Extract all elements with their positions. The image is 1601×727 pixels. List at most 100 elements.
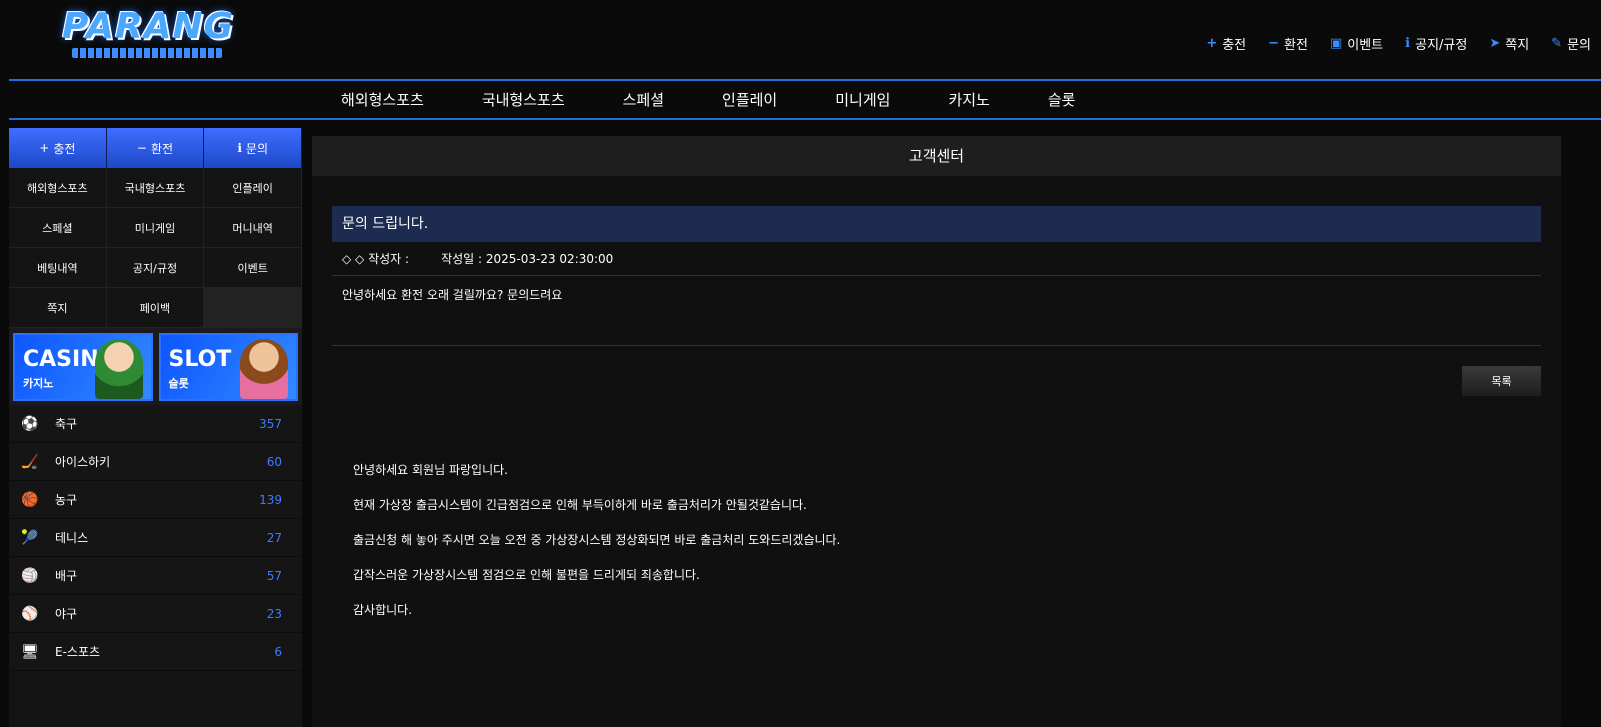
button-label: 문의	[245, 141, 268, 156]
site-logo[interactable]: PARANG	[62, 6, 233, 62]
answer-line: 갑작스러운 가상장시스템 점검으로 인해 불편을 드리게되 죄송합니다.	[353, 568, 700, 582]
casino-character-image	[94, 339, 143, 399]
divider-line	[9, 118, 1601, 120]
top-nav-label: 충전	[1222, 38, 1247, 53]
hockey-icon: 🏒	[21, 453, 39, 470]
redacted-author	[411, 252, 440, 267]
game-banners: CASINO 카지노 SLOT 슬롯	[9, 328, 302, 405]
sport-name: 축구	[55, 417, 78, 431]
sport-row-esports[interactable]: 🖥 E-스포츠 6	[9, 633, 302, 671]
sport-count: 60	[266, 454, 282, 469]
esports-icon: 🖥	[21, 643, 39, 660]
sidebar-withdraw-button[interactable]: − 환전	[106, 128, 205, 168]
sport-count: 6	[274, 644, 282, 659]
answer-line: 출금신청 해 놓아 주시면 오늘 오전 중 가상장시스템 정상화되면 바로 출금…	[353, 533, 841, 547]
minus-icon: −	[1268, 36, 1280, 51]
post-title: 문의 드립니다.	[332, 206, 1541, 242]
sidebar-menu-grid: 해외형스포츠 국내형스포츠 인플레이 스페셜 미니게임 머니내역 베팅내역 공지…	[9, 168, 302, 328]
page-title: 고객센터	[312, 136, 1561, 176]
soccer-icon: ⚽	[21, 415, 39, 432]
main-nav-item[interactable]: 국내형스포츠	[453, 81, 594, 119]
top-nav-label: 환전	[1284, 38, 1308, 53]
slot-character-image	[240, 339, 288, 399]
answer-line: 현재 가상장 출금시스템이 긴급점검으로 인해 부득이하게 바로 출금처리가 안…	[353, 498, 807, 512]
post-meta: ◇ ◇ 작성자 : 작성일 : 2025-03-23 02:30:00	[332, 242, 1541, 276]
sidebar-menu-item[interactable]: 페이백	[106, 288, 205, 328]
sidebar-menu-item[interactable]: 쪽지	[9, 288, 107, 328]
top-nav-inquiry[interactable]: ✎ 문의	[1551, 34, 1591, 53]
banner-subtitle: 카지노	[23, 377, 54, 390]
answer-text: 안녕하세요 회원님 파랑입니다. 현재 가상장 출금시스템이 긴급점검으로 인해…	[353, 453, 840, 628]
top-nav-label: 공지/규정	[1415, 38, 1468, 53]
answer-line: 감사합니다.	[353, 603, 413, 617]
top-nav-withdraw[interactable]: − 환전	[1268, 34, 1308, 53]
sport-row-soccer[interactable]: ⚽ 축구 357	[9, 405, 302, 443]
sport-row-volleyball[interactable]: 🏐 배구 57	[9, 557, 302, 595]
plus-icon: +	[39, 141, 50, 155]
top-nav-deposit[interactable]: + 충전	[1206, 34, 1246, 53]
info-icon: ℹ	[237, 141, 242, 155]
sidebar: + 충전 − 환전 ℹ 문의 해외형스포츠 국내형스포츠 인플레이 스페셜 미니게임 …	[9, 128, 303, 727]
sport-count: 27	[266, 530, 282, 545]
main-nav-item[interactable]: 미니게임	[806, 81, 919, 119]
sport-row-hockey[interactable]: 🏒 아이스하키 60	[9, 443, 302, 481]
list-button[interactable]: 목록	[1462, 366, 1541, 396]
plus-icon: +	[1206, 36, 1218, 51]
sidebar-menu-item[interactable]: 이벤트	[204, 248, 302, 288]
sport-row-tennis[interactable]: 🎾 테니스 27	[9, 519, 302, 557]
banner-subtitle: 슬롯	[168, 377, 189, 390]
sport-count: 357	[259, 416, 282, 431]
top-header: PARANG + 충전 − 환전 ▣ 이벤트 ℹ 공지/규정 ➤ 쪽지 ✎ 문의	[0, 0, 1601, 80]
edit-icon: ✎	[1551, 36, 1563, 51]
sport-count: 23	[266, 606, 282, 621]
sport-name: 농구	[55, 493, 78, 507]
post-date: 작성일 : 2025-03-23 02:30:00	[441, 252, 614, 266]
sport-count: 139	[259, 492, 282, 507]
banner-title: SLOT	[168, 347, 232, 372]
sidebar-menu-item[interactable]: 공지/규정	[106, 248, 205, 288]
casino-banner[interactable]: CASINO 카지노	[13, 333, 153, 401]
top-nav-message[interactable]: ➤ 쪽지	[1489, 34, 1529, 53]
main-nav-item[interactable]: 스페셜	[594, 81, 693, 119]
main-nav-item[interactable]: 해외형스포츠	[312, 81, 453, 119]
sidebar-menu-item[interactable]: 미니게임	[106, 208, 205, 248]
top-nav-event[interactable]: ▣ 이벤트	[1330, 34, 1383, 53]
sport-name: E-스포츠	[55, 645, 101, 659]
post-body: 안녕하세요 환전 오래 걸릴까요? 문의드려요	[332, 276, 1541, 346]
calendar-icon: ▣	[1329, 36, 1343, 51]
baseball-icon: ⚾	[21, 605, 39, 622]
sidebar-menu-item[interactable]: 머니내역	[204, 208, 302, 248]
content-panel: 고객센터 문의 드립니다. ◇ ◇ 작성자 : 작성일 : 2025-03-23 …	[312, 136, 1561, 727]
sidebar-action-buttons: + 충전 − 환전 ℹ 문의	[9, 128, 303, 168]
sport-row-basketball[interactable]: 🏀 농구 139	[9, 481, 302, 519]
top-utility-nav: + 충전 − 환전 ▣ 이벤트 ℹ 공지/규정 ➤ 쪽지 ✎ 문의	[1206, 34, 1591, 53]
sidebar-menu-item[interactable]: 해외형스포츠	[9, 168, 107, 208]
main-nav-item[interactable]: 슬롯	[1019, 81, 1105, 119]
send-icon: ➤	[1489, 36, 1501, 51]
sport-name: 야구	[55, 607, 78, 621]
info-icon: ℹ	[1405, 36, 1411, 51]
sport-name: 배구	[55, 569, 78, 583]
main-nav-item[interactable]: 카지노	[919, 81, 1018, 119]
top-nav-label: 문의	[1567, 38, 1591, 53]
sidebar-menu-item[interactable]: 스페셜	[9, 208, 107, 248]
sport-count: 57	[266, 568, 282, 583]
main-nav-item[interactable]: 인플레이	[693, 81, 806, 119]
sport-row-baseball[interactable]: ⚾ 야구 23	[9, 595, 302, 633]
sport-name: 아이스하키	[55, 455, 111, 469]
tennis-icon: 🎾	[21, 529, 39, 546]
sidebar-menu-item[interactable]: 인플레이	[204, 168, 302, 208]
sports-list: ⚽ 축구 357 🏒 아이스하키 60 🏀 농구 139 🎾 테니스 27 🏐 배구 57 ⚾ 야구 2…	[9, 405, 302, 671]
top-nav-notice[interactable]: ℹ 공지/규정	[1405, 34, 1467, 53]
main-nav: 해외형스포츠 국내형스포츠 스페셜 인플레이 미니게임 카지노 슬롯	[9, 81, 1601, 119]
sidebar-deposit-button[interactable]: + 충전	[9, 128, 107, 168]
sidebar-inquiry-button[interactable]: ℹ 문의	[204, 128, 303, 168]
post-author-label: ◇ ◇ 작성자 :	[342, 252, 410, 266]
slot-banner[interactable]: SLOT 슬롯	[158, 333, 298, 401]
sidebar-menu-item[interactable]: 베팅내역	[9, 248, 107, 288]
sidebar-menu-item[interactable]: 국내형스포츠	[106, 168, 205, 208]
sport-name: 테니스	[55, 531, 89, 545]
top-nav-label: 쪽지	[1505, 38, 1530, 53]
logo-wordmark: PARANG	[62, 6, 235, 47]
basketball-icon: 🏀	[21, 491, 39, 508]
